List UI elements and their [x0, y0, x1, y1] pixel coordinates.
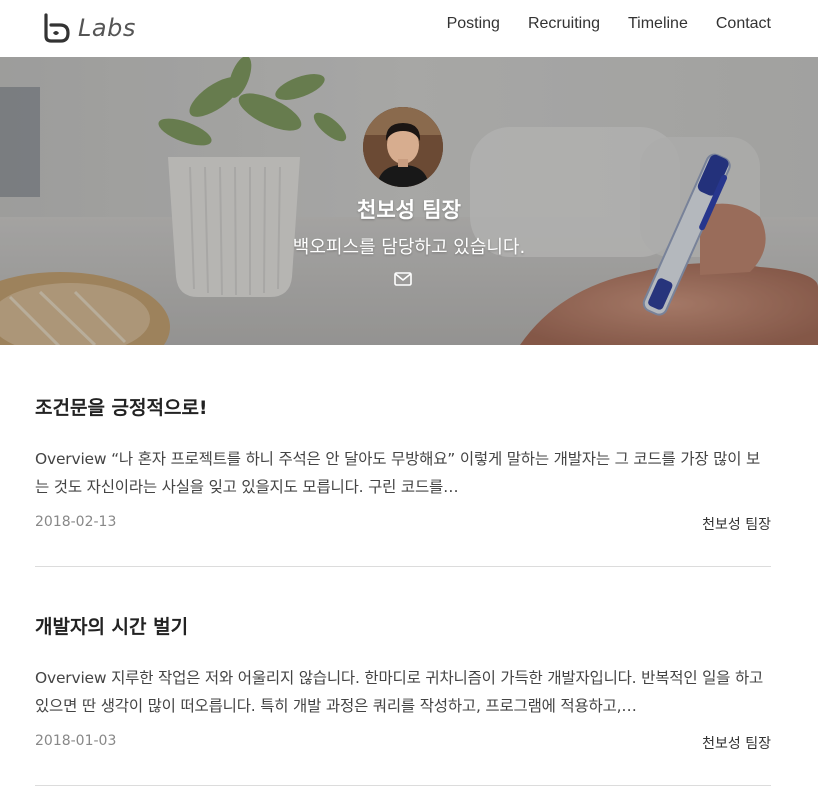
top-navbar: Labs Posting Recruiting Timeline Contact	[0, 0, 818, 57]
main-nav: Posting Recruiting Timeline Contact	[447, 15, 771, 33]
post-item: 개발자의 시간 벌기 Overview 지루한 작업은 저와 어울리지 않습니다…	[35, 612, 771, 753]
profile-avatar	[363, 107, 443, 187]
profile-hero: 천보성 팀장 백오피스를 담당하고 있습니다.	[0, 57, 818, 345]
post-meta: 2018-02-13 천보성 팀장	[35, 514, 771, 534]
post-summary: Overview “나 혼자 프로젝트를 하니 주석은 안 달아도 무방해요” …	[35, 450, 761, 496]
post-title-link[interactable]: 개발자의 시간 벌기	[35, 612, 771, 639]
logo-icon	[44, 13, 70, 43]
profile-name: 천보성 팀장	[357, 198, 461, 222]
post-title-link[interactable]: 조건문을 긍정적으로!	[35, 393, 771, 420]
nav-posting[interactable]: Posting	[447, 15, 500, 33]
post-meta: 2018-01-03 천보성 팀장	[35, 733, 771, 753]
post-date: 2018-01-03	[35, 733, 117, 749]
post-divider	[35, 566, 771, 567]
post-summary: Overview 지루한 작업은 저와 어울리지 않습니다. 한마디로 귀차니즘…	[35, 669, 764, 715]
post-item: 조건문을 긍정적으로! Overview “나 혼자 프로젝트를 하니 주석은 …	[35, 393, 771, 534]
profile-description: 백오피스를 담당하고 있습니다.	[292, 237, 526, 258]
post-divider	[35, 785, 771, 786]
envelope-icon	[394, 272, 412, 286]
post-author: 천보성 팀장	[702, 736, 771, 752]
nav-contact[interactable]: Contact	[716, 15, 771, 33]
post-author: 천보성 팀장	[702, 517, 771, 533]
nav-recruiting[interactable]: Recruiting	[528, 15, 600, 33]
post-date: 2018-02-13	[35, 514, 117, 530]
nav-timeline[interactable]: Timeline	[628, 15, 688, 33]
brand-logo-link[interactable]: Labs	[40, 8, 136, 48]
email-link[interactable]	[393, 270, 413, 288]
brand-name: Labs	[78, 14, 136, 42]
